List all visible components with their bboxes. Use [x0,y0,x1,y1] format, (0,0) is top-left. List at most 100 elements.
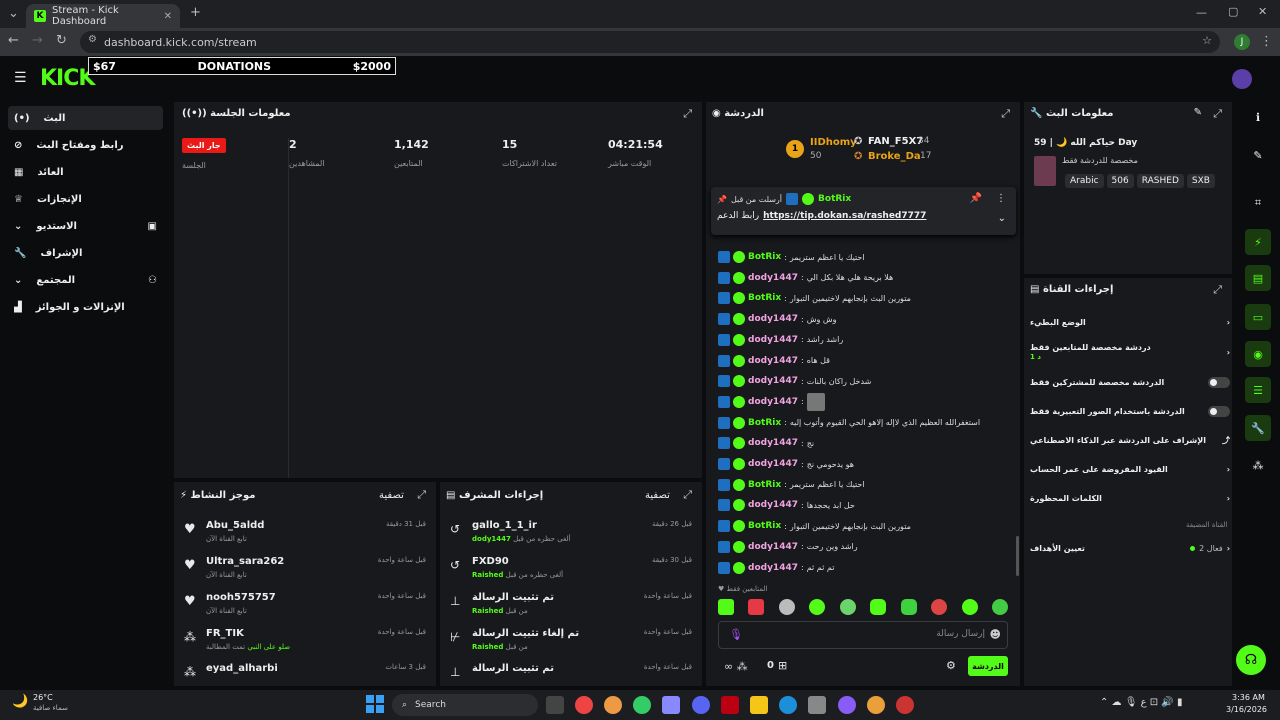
clock-time[interactable]: 3:36 AM [1232,693,1265,702]
expand-icon[interactable]: ⤢ [417,488,426,502]
leader-name[interactable]: FAN_F5X7 [868,136,923,147]
emoji-icon[interactable]: ☻ [990,628,1001,641]
hamburger-menu-icon[interactable]: ☰ [14,70,27,86]
stream-category[interactable]: مخصصة للدردشة فقط [1062,156,1138,165]
sidebar-item-moderation[interactable]: 🔧 الإشراف [8,241,163,265]
tab-search-icon[interactable]: ⌄ [8,6,19,21]
leader-name[interactable]: IIDhomy [810,137,857,148]
edit-icon[interactable]: ✎ [1194,107,1202,118]
chat-username[interactable]: dody1447 [748,273,798,283]
emote-icon[interactable] [870,599,887,615]
sidebar-item-stream[interactable]: (•) البث [8,106,163,130]
tag[interactable]: Arabic [1065,174,1104,188]
crop-icon[interactable]: ⌗ [1245,190,1271,216]
document-icon[interactable]: ▤ [1245,265,1271,291]
expand-icon[interactable]: ⤢ [1213,107,1222,121]
emote-icon[interactable] [991,599,1008,615]
maximize-icon[interactable]: ▢ [1228,5,1238,18]
category-thumbnail[interactable] [1034,156,1056,186]
expand-icon[interactable]: ⤢ [683,488,692,502]
chat-username[interactable]: BotRix [748,521,781,531]
discord-icon[interactable] [692,696,710,714]
close-tab-icon[interactable]: ✕ [164,11,172,22]
sidebar-item-stream-key[interactable]: ⊘ رابط ومفتاح البث [8,133,163,157]
chat-username[interactable]: BotRix [748,293,781,303]
chrome-icon[interactable] [633,696,651,714]
back-icon[interactable]: ← [8,33,19,48]
weather-temp[interactable]: 26°C [33,693,53,702]
pin-toggle-icon[interactable]: 📌 [970,193,982,204]
chevron-down-icon[interactable]: ⌄ [998,213,1006,224]
emote-icon[interactable] [900,599,917,615]
pinned-link[interactable]: https://tip.dokan.sa/rashed7777 [763,211,926,221]
browser-menu-icon[interactable]: ⋮ [1260,34,1273,49]
more-options-icon[interactable]: ⋮ [996,193,1006,204]
chat-username[interactable]: dody1447 [748,356,798,366]
expand-icon[interactable]: ⤢ [683,107,692,121]
site-info-icon[interactable]: ⚙ [88,34,97,45]
chat-username[interactable]: dody1447 [748,376,798,386]
app-icon[interactable] [838,696,856,714]
minimize-icon[interactable]: — [1196,6,1207,19]
browser-tab[interactable]: K Stream - Kick Dashboard ✕ [26,4,180,28]
chat-icon[interactable]: ▭ [1245,304,1271,330]
chat-username[interactable]: dody1447 [748,459,798,469]
app-icon[interactable] [662,696,680,714]
slow-mode-row[interactable]: الوضع البطيء › [1030,318,1230,327]
emote-icon[interactable] [809,599,826,615]
chat-username[interactable]: BotRix [748,480,781,490]
chat-image[interactable] [806,392,825,411]
app-icon[interactable] [808,696,826,714]
emote-icon[interactable] [961,599,978,615]
sidebar-item-drops[interactable]: ▟ الإنزالات و الجوائز [8,295,163,319]
emote-icon[interactable] [778,599,795,615]
app-icon[interactable] [867,696,885,714]
chat-input[interactable]: 🎙 إرسال رسالة ☻ [718,621,1008,649]
tag[interactable]: 506 [1106,174,1134,188]
chat-username[interactable]: dody1447 [748,335,798,345]
broadcast-icon[interactable]: ◉ [1245,341,1271,367]
chat-username[interactable]: dody1447 [748,563,798,573]
edge-icon[interactable] [779,696,797,714]
set-goals-row[interactable]: تعيين الأهداف فعال 2 › [1030,544,1230,553]
tray-icons[interactable]: ⌃ ☁ 🎙 ع ⊡ 🔊 ▮ [1100,697,1182,708]
emote-icon[interactable] [748,599,765,615]
mod-name[interactable]: dody1447 [472,535,511,543]
list-icon[interactable]: ☰ [1245,377,1271,403]
gift-icon[interactable]: ⊞ [778,659,787,672]
reward-icon[interactable]: ⁂ [1245,452,1271,478]
chat-username[interactable]: dody1447 [748,500,798,510]
mod-name[interactable]: Raished [472,643,503,651]
info-icon[interactable]: ℹ [1245,104,1271,130]
file-explorer-icon[interactable] [750,696,768,714]
app-icon[interactable] [721,696,739,714]
chrome-icon[interactable] [575,696,593,714]
profile-avatar[interactable]: J [1234,34,1250,50]
emote-only-toggle[interactable] [1208,406,1230,417]
edit-icon[interactable]: ✎ [1245,142,1271,168]
gear-icon[interactable]: ⚙ [946,659,956,672]
new-tab-icon[interactable]: + [190,5,201,20]
task-view-icon[interactable] [546,696,564,714]
mod-name[interactable]: Raished [472,571,503,579]
mod-filter-button[interactable]: تصفية [645,490,670,501]
subscribers-only-toggle[interactable] [1208,377,1230,388]
bookmark-star-icon[interactable]: ☆ [1202,34,1212,47]
close-window-icon[interactable]: ✕ [1258,5,1267,18]
reload-icon[interactable]: ↻ [56,33,67,48]
tag[interactable]: SXB [1186,174,1215,188]
emote-icon[interactable] [839,599,856,615]
tag[interactable]: RASHED [1136,174,1184,188]
leader-name[interactable]: Broke_Da [868,151,921,162]
emote-icon[interactable] [931,599,948,615]
sidebar-item-revenue[interactable]: ▦ العائد [8,160,163,184]
chat-username[interactable]: BotRix [748,418,781,428]
expand-icon[interactable]: ⤢ [1213,283,1222,297]
windows-start-icon[interactable] [366,695,384,713]
chat-scrollbar[interactable] [1016,536,1019,576]
sidebar-item-community[interactable]: ⌄ المجتمع ⚇ [8,268,163,292]
lightning-icon[interactable]: ⚡ [1245,229,1271,255]
mic-icon[interactable]: 🎙 [729,628,743,641]
address-input[interactable]: ⚙ dashboard.kick.com/stream ☆ [80,31,1220,53]
chat-username[interactable]: dody1447 [748,542,798,552]
